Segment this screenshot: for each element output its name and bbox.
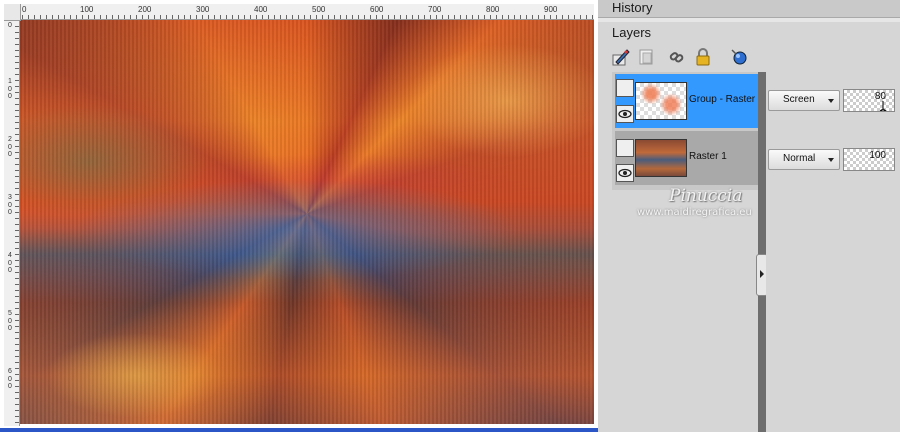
chevron-down-icon xyxy=(828,158,834,162)
opacity-value: 100 xyxy=(869,150,886,161)
layer-row-group-raster-2[interactable]: Group - Raster 2 xyxy=(615,74,763,128)
history-panel-header[interactable]: History xyxy=(598,0,900,18)
blend-mode-label: Normal xyxy=(783,153,816,164)
layer-group-icon[interactable] xyxy=(616,79,634,97)
layers-title: Layers xyxy=(612,25,652,40)
ruler-label: 800 xyxy=(486,5,500,14)
visibility-eye-icon[interactable] xyxy=(616,164,634,182)
ruler-label: 400 xyxy=(254,5,268,14)
opacity-field[interactable]: 80 xyxy=(843,89,895,112)
opacity-field[interactable]: 100 xyxy=(843,148,895,171)
ruler-label: 3 0 0 xyxy=(8,194,12,216)
layer-properties xyxy=(766,72,900,432)
lock-icon[interactable] xyxy=(694,48,712,66)
opacity-slider-handle-icon[interactable] xyxy=(880,101,892,111)
chevron-down-icon xyxy=(828,99,834,103)
canvas-image[interactable] xyxy=(20,20,594,424)
layer-thumbnail xyxy=(635,82,687,120)
ruler-label: 2 0 0 xyxy=(8,136,12,158)
layer-row-raster-1[interactable]: Raster 1 xyxy=(615,131,758,185)
canvas-area[interactable]: 0 100 200 300 400 500 600 700 800 900 0 … xyxy=(0,0,598,432)
blend-mode-label: Screen xyxy=(783,94,815,105)
ruler-label: 300 xyxy=(196,5,210,14)
ruler-label: 0 xyxy=(8,22,12,29)
status-bar-accent xyxy=(0,428,598,432)
ruler-corner xyxy=(4,4,21,21)
blend-mode-dropdown[interactable]: Normal xyxy=(768,149,840,170)
ruler-label: 700 xyxy=(428,5,442,14)
ruler-label: 900 xyxy=(544,5,558,14)
layer-raster-icon[interactable] xyxy=(616,139,634,157)
ruler-label: 600 xyxy=(370,5,384,14)
layer-styles-icon[interactable] xyxy=(730,48,748,66)
chevron-right-icon xyxy=(760,270,764,278)
new-raster-layer-icon[interactable] xyxy=(612,48,630,66)
ruler-label: 200 xyxy=(138,5,152,14)
ruler-label: 6 0 0 xyxy=(8,368,12,390)
link-icon[interactable] xyxy=(668,48,686,66)
history-title: History xyxy=(612,0,653,15)
ruler-label: 100 xyxy=(80,5,94,14)
horizontal-ruler: 0 100 200 300 400 500 600 700 800 900 xyxy=(4,4,594,20)
ruler-label: 4 0 0 xyxy=(8,252,12,274)
layer-name: Group - Raster 2 xyxy=(689,94,764,105)
visibility-eye-icon[interactable] xyxy=(616,105,634,123)
ruler-label: 0 xyxy=(22,5,27,14)
new-mask-icon[interactable] xyxy=(638,48,656,66)
layer-thumbnail xyxy=(635,139,687,177)
vertical-ruler: 0 1 0 0 2 0 0 3 0 0 4 0 0 5 0 0 6 0 0 xyxy=(4,20,20,426)
ruler-label: 5 0 0 xyxy=(8,310,12,332)
ruler-label: 1 0 0 xyxy=(8,78,12,100)
layer-name: Raster 1 xyxy=(689,151,727,162)
ruler-label: 500 xyxy=(312,5,326,14)
panel-splitter[interactable] xyxy=(758,72,766,432)
blend-mode-dropdown[interactable]: Screen xyxy=(768,90,840,111)
watermark-url: www.maidiregrafica.eu xyxy=(637,207,752,218)
watermark-name: Pinuccia xyxy=(669,186,743,206)
